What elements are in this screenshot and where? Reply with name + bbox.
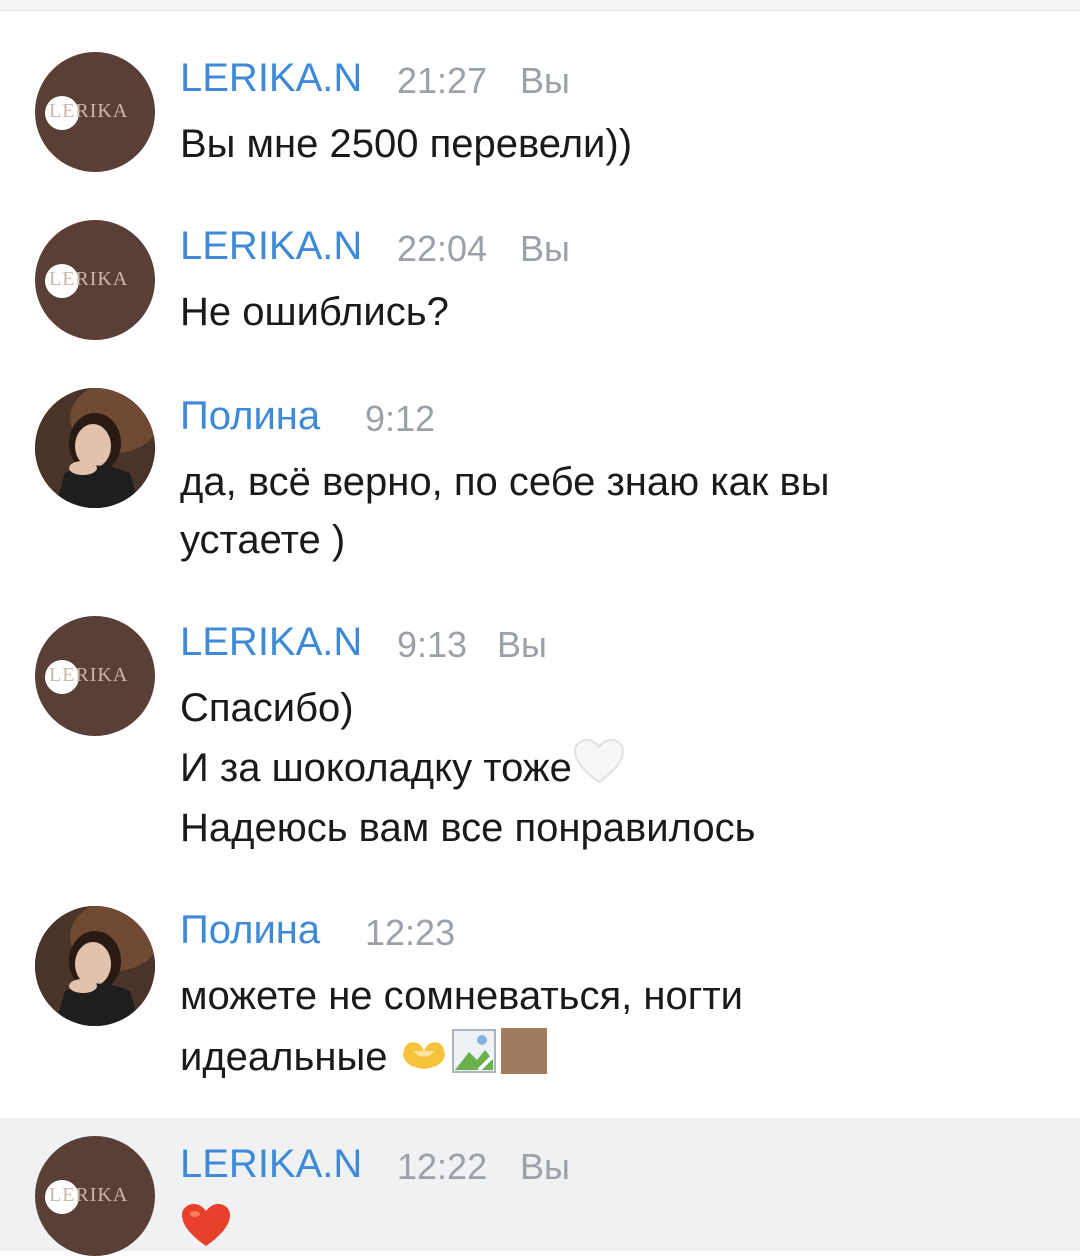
- avatar[interactable]: LERIKA: [35, 220, 155, 340]
- message-item[interactable]: LERIKA LERIKA.N 21:27 Вы Вы мне 2500 пер…: [0, 40, 1080, 190]
- message-item[interactable]: LERIKA LERIKA.N 22:04 Вы Не ошиблись?: [0, 208, 1080, 358]
- author-name[interactable]: Полина: [180, 908, 320, 953]
- avatar[interactable]: LERIKA: [35, 616, 155, 736]
- avatar-logo-text: LERIKA: [49, 1184, 129, 1206]
- avatar-photo-icon: [35, 388, 155, 508]
- message-time: 21:27: [397, 60, 488, 101]
- message-text: идеальные: [180, 1035, 388, 1080]
- heart-hands-icon: [399, 1030, 449, 1090]
- brown-square-icon: [499, 1026, 549, 1093]
- you-label: Вы: [520, 60, 570, 101]
- author-name[interactable]: LERIKA.N: [180, 224, 362, 269]
- you-label: Вы: [520, 1146, 570, 1187]
- avatar-logo-text: LERIKA: [49, 268, 129, 290]
- message-text: устаете ): [180, 518, 346, 562]
- message-time: 22:04: [397, 228, 488, 269]
- message-item[interactable]: LERIKA LERIKA.N 12:22 Вы: [0, 1118, 1080, 1256]
- message-time: 12:22: [397, 1146, 488, 1187]
- you-label: Вы: [497, 624, 547, 665]
- message-item[interactable]: Полина 12:23 можете не сомневаться, ногт…: [0, 898, 1080, 1108]
- author-name[interactable]: Полина: [180, 394, 320, 439]
- message-text: Не ошиблись?: [180, 290, 449, 334]
- message-time: 9:13: [397, 624, 468, 665]
- avatar[interactable]: LERIKA: [35, 52, 155, 172]
- top-divider: [0, 0, 1080, 11]
- message-text: можете не сомневаться, ногти: [180, 974, 743, 1018]
- message-text-row: идеальные: [180, 1026, 549, 1093]
- author-name[interactable]: LERIKA.N: [180, 56, 362, 101]
- message-text: Вы мне 2500 перевели)): [180, 122, 633, 166]
- message-item[interactable]: Полина 9:12 да, всё верно, по себе знаю …: [0, 378, 1080, 588]
- message-text-row: И за шоколадку тоже: [180, 738, 626, 803]
- avatar[interactable]: [35, 388, 155, 508]
- avatar-logo-text: LERIKA: [49, 100, 129, 122]
- message-item[interactable]: LERIKA LERIKA.N 9:13 Вы Спасибо) И за шо…: [0, 604, 1080, 884]
- white-heart-icon: [572, 738, 626, 803]
- author-name[interactable]: LERIKA.N: [180, 620, 362, 665]
- red-heart-icon: [180, 1202, 232, 1253]
- message-time: 12:23: [365, 912, 456, 953]
- avatar-photo-icon: [35, 906, 155, 1026]
- avatar-logo-text: LERIKA: [49, 664, 129, 686]
- broken-image-icon: [449, 1026, 499, 1093]
- message-text: Спасибо): [180, 686, 354, 730]
- message-time: 9:12: [365, 398, 436, 439]
- author-name[interactable]: LERIKA.N: [180, 1142, 362, 1187]
- message-text: И за шоколадку тоже: [180, 746, 572, 791]
- avatar[interactable]: LERIKA: [35, 1136, 155, 1256]
- message-text: да, всё верно, по себе знаю как вы: [180, 460, 830, 504]
- message-text: Надеюсь вам все понравилось: [180, 806, 756, 850]
- you-label: Вы: [520, 228, 570, 269]
- avatar[interactable]: [35, 906, 155, 1026]
